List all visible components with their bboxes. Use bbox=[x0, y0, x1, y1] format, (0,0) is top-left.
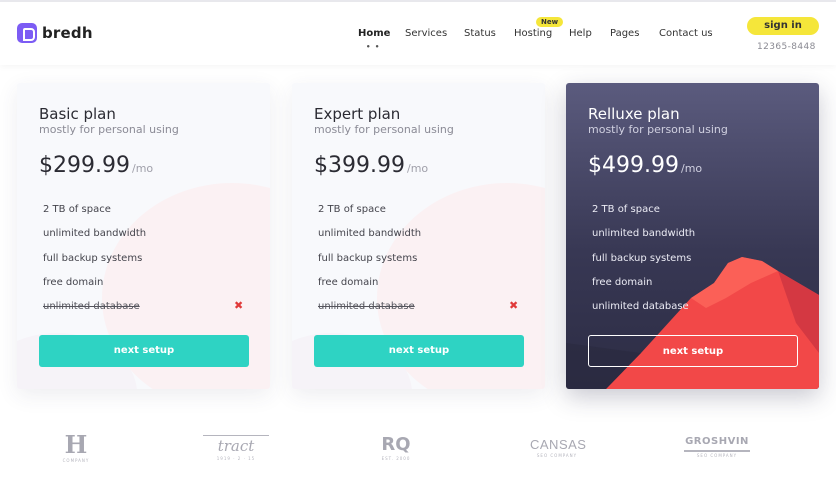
plan-title: Basic plan bbox=[39, 105, 116, 123]
nav-services[interactable]: Services bbox=[405, 28, 447, 39]
feature-item-unavailable: unlimited database ✖ bbox=[318, 299, 528, 324]
plan-card-expert: Expert plan mostly for personal using $3… bbox=[292, 83, 545, 389]
brand-tagline: EST. 2000 bbox=[381, 456, 411, 461]
main-nav: Home • • Services Status Hosting New Hel… bbox=[0, 17, 836, 51]
plan-card-relluxe: Relluxe plan mostly for personal using $… bbox=[566, 83, 819, 389]
brand-tagline: COMPANY bbox=[62, 458, 90, 463]
feature-list: 2 TB of space unlimited bandwidth full b… bbox=[43, 203, 253, 324]
nav-services-label: Services bbox=[405, 28, 448, 39]
feature-list: 2 TB of space unlimited bandwidth full b… bbox=[592, 203, 802, 324]
feature-item: 2 TB of space bbox=[318, 204, 386, 215]
nav-help-label: Help bbox=[569, 28, 592, 39]
plan-subtitle: mostly for personal using bbox=[39, 123, 179, 136]
feature-item: 2 TB of space bbox=[43, 204, 111, 215]
nav-home[interactable]: Home • • bbox=[358, 28, 391, 51]
cross-icon: ✖ bbox=[509, 299, 519, 313]
feature-list: 2 TB of space unlimited bandwidth full b… bbox=[318, 203, 528, 324]
next-setup-button[interactable]: next setup bbox=[39, 335, 249, 367]
feature-item: 2 TB of space bbox=[592, 204, 660, 215]
plan-title: Relluxe plan bbox=[588, 105, 680, 123]
brand-logos: H COMPANY tract 1919 · 2 · 15 RQ EST. 20… bbox=[0, 425, 836, 470]
nav-pages-label: Pages bbox=[610, 28, 640, 39]
price-row: $299.99 /mo bbox=[39, 153, 153, 178]
price-period: /mo bbox=[131, 162, 154, 175]
price-period: /mo bbox=[680, 162, 703, 175]
feature-item: unlimited bandwidth bbox=[43, 228, 147, 240]
brand-logo-tract: tract 1919 · 2 · 15 bbox=[203, 435, 269, 461]
feature-item: full backup systems bbox=[318, 252, 418, 264]
brand-name: tract bbox=[203, 435, 269, 455]
brand-name: GROSHVIN bbox=[684, 436, 750, 452]
brand-logo-groshvin: GROSHVIN SEO COMPANY bbox=[684, 436, 750, 458]
feature-label: unlimited database bbox=[43, 301, 140, 313]
price-row: $499.99 /mo bbox=[588, 153, 702, 178]
plan-subtitle: mostly for personal using bbox=[588, 123, 728, 136]
feature-item: unlimited bandwidth bbox=[318, 228, 422, 240]
plan-subtitle: mostly for personal using bbox=[314, 123, 454, 136]
brand-logo-cansas: CANSAS SEO COMPANY bbox=[530, 437, 587, 458]
brand-logo-rq: RQ EST. 2000 bbox=[376, 434, 416, 462]
feature-item: full backup systems bbox=[43, 252, 143, 264]
feature-item: unlimited database bbox=[592, 301, 689, 313]
nav-hosting-label: Hosting bbox=[514, 28, 553, 39]
nav-hosting[interactable]: Hosting New bbox=[514, 17, 564, 39]
nav-pages[interactable]: Pages bbox=[610, 28, 639, 39]
sign-in-button[interactable]: sign in bbox=[747, 17, 819, 35]
feature-item: unlimited bandwidth bbox=[592, 228, 696, 240]
active-indicator: • • bbox=[366, 43, 381, 51]
price-row: $399.99 /mo bbox=[314, 153, 428, 178]
next-setup-button[interactable]: next setup bbox=[314, 335, 524, 367]
plan-price: $399.99 bbox=[314, 153, 405, 178]
nav-help[interactable]: Help bbox=[569, 28, 592, 39]
feature-item: free domain bbox=[592, 276, 653, 288]
feature-item: free domain bbox=[318, 276, 379, 288]
nav-contact[interactable]: Contact us bbox=[659, 28, 713, 39]
brand-tagline: 1919 · 2 · 15 bbox=[216, 456, 256, 461]
next-setup-button[interactable]: next setup bbox=[588, 335, 798, 367]
nav-status-label: Status bbox=[464, 28, 496, 39]
brand-tagline: SEO COMPANY bbox=[536, 453, 578, 458]
nav-home-label: Home bbox=[358, 28, 391, 39]
price-period: /mo bbox=[406, 162, 429, 175]
nav-status[interactable]: Status bbox=[464, 28, 496, 39]
cross-icon: ✖ bbox=[234, 299, 244, 313]
plan-price: $299.99 bbox=[39, 153, 130, 178]
brand-logo-h: H COMPANY bbox=[60, 430, 92, 464]
brand-name: H bbox=[64, 430, 88, 459]
phone-number: 12365-8448 bbox=[757, 42, 816, 52]
plan-card-basic: Basic plan mostly for personal using $29… bbox=[17, 83, 270, 389]
brand-name: RQ bbox=[381, 434, 411, 455]
nav-contact-label: Contact us bbox=[659, 28, 713, 39]
feature-item-unavailable: unlimited database ✖ bbox=[43, 299, 253, 324]
brand-tagline: SEO COMPANY bbox=[696, 453, 738, 458]
feature-item: free domain bbox=[43, 276, 104, 288]
feature-label: unlimited database bbox=[318, 301, 415, 313]
header: bredh Home • • Services Status Hosting N… bbox=[0, 2, 836, 65]
plan-title: Expert plan bbox=[314, 105, 401, 123]
brand-name: CANSAS bbox=[530, 437, 587, 452]
feature-item: full backup systems bbox=[592, 252, 692, 264]
plan-price: $499.99 bbox=[588, 153, 679, 178]
new-badge: New bbox=[536, 17, 564, 27]
